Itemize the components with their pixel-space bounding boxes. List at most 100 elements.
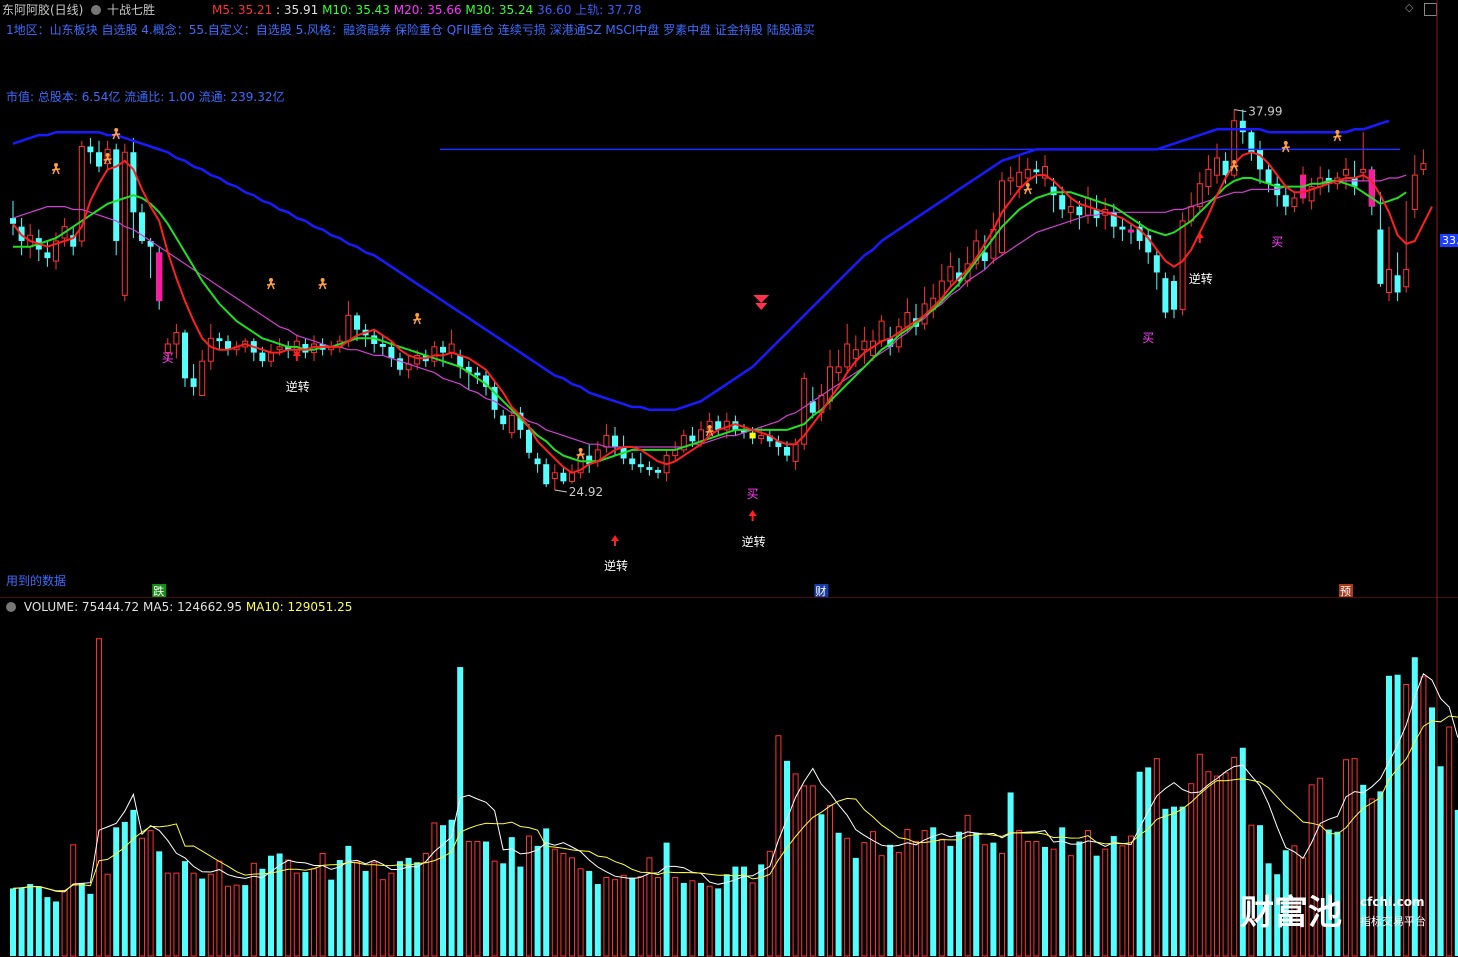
- volume-bar-down: [397, 861, 403, 956]
- reversal-label: 逆转: [286, 379, 310, 394]
- candle-body-up: [1291, 197, 1298, 208]
- candle-body-up: [698, 429, 704, 442]
- volume-bar-up: [1153, 758, 1160, 957]
- volume-bar-up: [1128, 835, 1134, 957]
- candle-body-up: [758, 435, 765, 439]
- candle-body-up: [1343, 168, 1349, 176]
- volume-bar-up: [285, 859, 292, 957]
- volume-bar-up: [431, 822, 438, 957]
- volume-bar-down: [723, 874, 730, 956]
- volume-bar-down: [1042, 846, 1048, 956]
- volume-bar-down: [10, 888, 16, 956]
- volume-bar-up: [749, 882, 756, 957]
- volume-bar-down: [259, 868, 266, 956]
- volume-bar-down: [990, 842, 997, 956]
- volume-bar-up: [1222, 772, 1229, 957]
- candle-body-down: [1171, 281, 1177, 310]
- candle-body-up: [268, 352, 274, 362]
- volume-bar-up: [655, 876, 661, 957]
- volume-bar-down: [1429, 707, 1435, 956]
- candle-body-up: [792, 443, 799, 462]
- volume-bar-up: [96, 638, 102, 957]
- event-flag[interactable]: 预: [1339, 584, 1353, 598]
- volume-bar-up: [207, 873, 214, 957]
- reversal-label: 逆转: [1189, 271, 1213, 286]
- volume-bar-up: [921, 830, 928, 957]
- volume-bar-up: [474, 841, 481, 957]
- volume-bar-up: [104, 873, 111, 957]
- volume-bar-up: [672, 876, 679, 957]
- low-price-label: 24.92: [569, 485, 603, 499]
- candles-group: [10, 109, 1427, 490]
- candle-body-down: [440, 346, 446, 353]
- volume-bar-up: [1205, 771, 1212, 957]
- runner-icon: [1281, 141, 1290, 153]
- runner-icon: [266, 278, 276, 290]
- volume-bar-up: [904, 829, 911, 957]
- volume-bar-up: [61, 890, 68, 957]
- volume-bar-down: [44, 897, 51, 956]
- volume-bar-down: [53, 901, 59, 956]
- volume-bar-up: [1119, 845, 1126, 957]
- volume-bar-up: [1446, 726, 1453, 957]
- volume-bar-down: [1007, 792, 1014, 956]
- volume-bar-down: [483, 841, 489, 956]
- volume-bar-down: [1437, 766, 1444, 956]
- ma5-line: [12, 151, 1433, 474]
- signal-bar: [1368, 169, 1375, 207]
- up-arrow-icon: [611, 535, 619, 546]
- volume-bar-down: [35, 886, 42, 956]
- high-marker-line: [1234, 109, 1247, 113]
- watermark-brand: 财富池: [1240, 893, 1342, 933]
- volume-bar-down: [586, 870, 593, 956]
- volume-bar-down: [818, 814, 825, 956]
- reversal-label: 逆转: [604, 558, 628, 573]
- event-flag[interactable]: 跌: [152, 584, 167, 598]
- volume-bar-up: [1188, 783, 1195, 957]
- volume-bar-up: [139, 837, 145, 957]
- candle-body-down: [44, 252, 51, 259]
- volume-bar-up: [1016, 830, 1023, 957]
- candle-body-down: [1282, 195, 1289, 207]
- volume-bar-down: [956, 831, 962, 956]
- candle-body-down: [354, 315, 360, 330]
- volume-bar-up: [225, 885, 231, 957]
- volume-bar-down: [1059, 827, 1066, 956]
- volume-bar-up: [870, 831, 876, 957]
- volume-bar-down: [405, 857, 412, 956]
- warning-icon: [753, 295, 770, 310]
- candle-body-down: [612, 435, 618, 448]
- volume-bar-down: [1076, 841, 1083, 956]
- svg-text:跌: 跌: [153, 584, 164, 598]
- candle-body-down: [1377, 229, 1384, 284]
- volume-bar-up: [1102, 848, 1109, 957]
- candle-body-up: [1016, 171, 1023, 188]
- volume-bar-down: [113, 827, 120, 956]
- volume-bar-down: [414, 862, 421, 956]
- candle-body-up: [1007, 177, 1014, 182]
- event-flag[interactable]: 财: [814, 584, 829, 598]
- volume-bar-up: [1196, 753, 1203, 957]
- runner-icon: [413, 313, 422, 325]
- volume-bar-down: [27, 884, 34, 956]
- candle-body-down: [388, 346, 395, 359]
- volume-bar-down: [698, 882, 704, 956]
- volume-bar-up: [560, 853, 567, 957]
- candle-body-up: [1411, 174, 1418, 210]
- volume-bar-down: [182, 861, 188, 956]
- volume-bar-up: [422, 853, 429, 957]
- volume-bar-up: [233, 884, 240, 957]
- watermark: 财富池: [1240, 885, 1342, 934]
- volume-bar-down: [336, 860, 343, 956]
- buy-label: 买: [1271, 235, 1283, 249]
- volume-bar-up: [895, 851, 902, 957]
- volume-bar-up: [938, 838, 945, 957]
- candle-body-up: [551, 472, 558, 480]
- candle-body-up: [173, 332, 180, 345]
- candle-body-down: [526, 429, 532, 453]
- candle-body-down: [182, 332, 188, 379]
- candle-body-down: [1153, 255, 1160, 273]
- volume-bar-down: [508, 837, 515, 956]
- candle-body-up: [1024, 168, 1031, 179]
- volume-bar-up: [801, 785, 808, 957]
